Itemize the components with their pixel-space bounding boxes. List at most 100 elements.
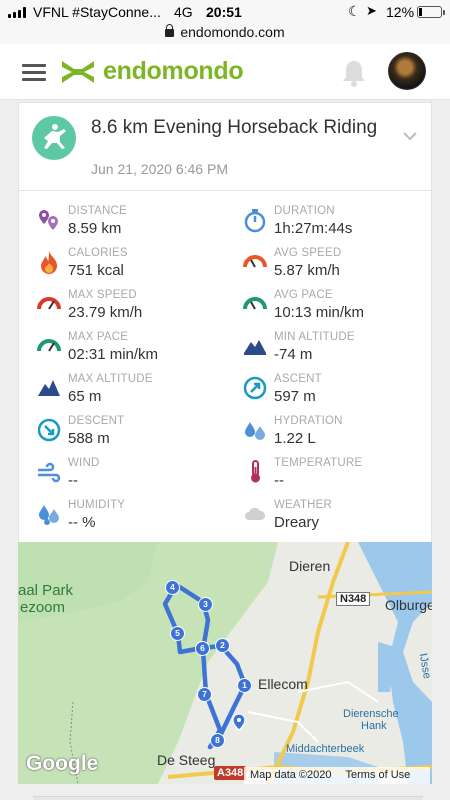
map-attribution: Map data ©2020 Terms of Use [244,767,431,784]
ascent-arrow-icon [243,376,267,400]
wind-icon [38,462,61,483]
next-card-edge [0,784,450,800]
stat-label: AVG PACE [274,289,333,301]
google-logo: Google [26,752,99,775]
pace-gauge-icon [243,297,267,310]
stat-max-pace: MAX PACE 02:31 min/km [36,329,236,371]
stat-label: MAX PACE [68,331,129,343]
stat-label: HYDRATION [274,415,343,427]
stat-label: DISTANCE [68,205,127,217]
map-canvas [18,542,432,784]
stat-max-speed: MAX SPEED 23.79 km/h [36,287,236,329]
battery-icon [417,6,445,18]
stat-ascent: ASCENT 597 m [242,371,442,413]
map-label-ellecom: Ellecom [258,676,308,692]
map-label-middachterbeek: Middachterbeek [286,743,365,755]
pace-gauge-icon [37,339,61,352]
descent-arrow-icon [37,418,61,442]
stat-hydration: HYDRATION 1.22 L [242,413,442,455]
chevron-down-icon[interactable] [403,129,417,143]
stat-label: CALORIES [68,247,128,259]
route-map[interactable]: Dieren aal Park ezoom Olburge Ellecom Di… [18,542,432,784]
map-label-hank2: Hank [361,720,387,732]
stat-max-altitude: MAX ALTITUDE 65 m [36,371,236,413]
signal-icon [8,7,26,18]
stat-temperature: TEMPERATURE -- [242,455,442,497]
stat-value: 1.22 L [274,430,316,447]
horseback-riding-icon [32,116,76,160]
route-marker[interactable]: 2 [215,638,230,653]
finish-pin-icon[interactable] [232,713,246,731]
stat-calories: CALORIES 751 kcal [36,245,236,287]
stat-wind: WIND -- [36,455,236,497]
stat-value: 597 m [274,388,316,405]
browser-url-bar[interactable]: endomondo.com [0,24,450,44]
workout-header[interactable]: 8.6 km Evening Horseback Riding Jun 21, … [19,103,431,191]
stat-min-altitude: MIN ALTITUDE -74 m [242,329,442,371]
stat-value: 5.87 km/h [274,262,340,279]
stat-value: 65 m [68,388,102,405]
stat-label: MAX ALTITUDE [68,373,153,385]
do-not-disturb-icon: ☾ [348,3,361,19]
stat-weather: WEATHER Dreary [242,497,442,539]
endomondo-logo-icon[interactable] [60,59,96,85]
stat-label: MAX SPEED [68,289,137,301]
road-sign-n348: N348 [336,592,371,606]
humidity-drops-icon [39,505,59,525]
route-marker[interactable]: 6 [195,641,210,656]
stat-value: 10:13 min/km [274,304,365,321]
lock-icon [165,24,175,37]
map-label-de-steeg: De Steeg [157,752,216,768]
cloud-icon [245,507,266,520]
hamburger-icon[interactable] [22,64,46,82]
flame-icon [41,251,57,274]
stat-label: WIND [68,457,100,469]
stat-label: AVG SPEED [274,247,342,259]
stat-distance: DISTANCE 8.59 km [36,203,236,245]
road-sign-a348: A348 [214,766,247,780]
distance-icon [39,210,58,230]
app-header: endomondo [0,44,450,100]
map-label-zoom: ezoom [20,599,66,616]
network-type: 4G [174,4,193,20]
stat-value: -74 m [274,346,313,363]
carrier-name: VFNL #StayConne... [33,4,161,20]
stat-label: DURATION [274,205,335,217]
thermometer-icon [251,460,260,483]
stat-value: 02:31 min/km [68,346,159,363]
mountain-icon [38,380,60,396]
route-marker[interactable]: 5 [170,626,185,641]
stat-value: -- [68,472,78,489]
terms-of-use-link[interactable]: Terms of Use [346,769,411,781]
stat-label: ASCENT [274,373,322,385]
stat-label: HUMIDITY [68,499,126,511]
stat-value: 23.79 km/h [68,304,143,321]
stat-duration: DURATION 1h:27m:44s [242,203,442,245]
stat-label: MIN ALTITUDE [274,331,355,343]
mountain-icon [244,340,266,355]
stat-avg-speed: AVG SPEED 5.87 km/h [242,245,442,287]
stat-descent: DESCENT 588 m [36,413,236,455]
map-label-park: aal Park [18,582,74,599]
stat-value: 8.59 km [68,220,122,237]
stat-avg-pace: AVG PACE 10:13 min/km [242,287,442,329]
route-marker[interactable]: 4 [165,580,180,595]
route-marker[interactable]: 8 [210,733,225,748]
route-marker[interactable]: 7 [197,687,212,702]
stat-value: -- % [68,514,96,531]
stat-value: 1h:27m:44s [274,220,353,237]
stat-value: -- [274,472,284,489]
map-data-text: Map data ©2020 [250,769,332,781]
url-text: endomondo.com [180,24,285,40]
route-marker[interactable]: 1 [237,678,252,693]
map-label-dieren: Dieren [289,558,331,574]
map-label-olburgen: Olburge [385,597,432,613]
user-avatar[interactable] [388,52,426,90]
stat-value: 751 kcal [68,262,124,279]
water-drops-icon [245,422,265,440]
map-label-hank1: Dierensche [343,708,399,720]
logo-text[interactable]: endomondo [103,57,244,86]
stopwatch-icon [244,209,266,233]
bell-icon[interactable] [341,58,367,88]
route-marker[interactable]: 3 [198,597,213,612]
